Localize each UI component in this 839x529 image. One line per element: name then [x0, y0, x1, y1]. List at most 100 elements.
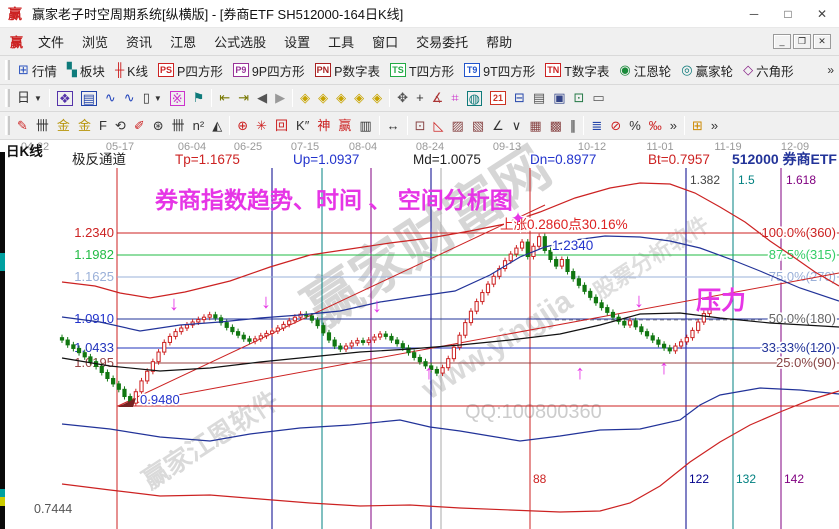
tool-winner-wheel[interactable]: ◎赢家轮 [676, 58, 738, 83]
tool-period-day[interactable]: 日▼ [13, 88, 46, 108]
tool-width-ruler[interactable]: ↔ [383, 116, 404, 136]
tool-t-square[interactable]: TST四方形 [385, 58, 459, 83]
mdi-close-button[interactable]: ✕ [813, 34, 831, 49]
tool-fan-grid[interactable]: ▧ [468, 116, 488, 136]
minimize-button[interactable]: ─ [737, 0, 771, 27]
tool-pattern-map[interactable]: ◍ [463, 88, 486, 109]
tool-t-number-table[interactable]: TNT数字表 [540, 58, 614, 83]
menu-item-help[interactable]: 帮助 [477, 31, 521, 54]
tool-crosshair[interactable]: + [412, 88, 428, 108]
tool-gann-box[interactable]: ⊡ [411, 116, 430, 136]
tool-printer[interactable]: ▭ [588, 88, 608, 108]
tool-t9-square[interactable]: T99T四方形 [459, 58, 540, 83]
tool-p9-square[interactable]: P99P四方形 [228, 58, 310, 83]
tool-page-next[interactable]: ▶ [271, 88, 289, 108]
tool-parallel-lines[interactable]: ∥ [566, 116, 581, 136]
tool-starburst[interactable]: ✳ [252, 116, 271, 136]
tool-hexagon[interactable]: ◇六角形 [738, 58, 799, 83]
tool-p-square[interactable]: PSP四方形 [153, 58, 228, 83]
menu-item-tools[interactable]: 工具 [319, 31, 363, 54]
tool-k-note[interactable]: K″ [292, 116, 313, 136]
tool-angle-tool[interactable]: ∡ [428, 88, 448, 108]
tool-golden-ratio[interactable]: 金 [74, 116, 95, 136]
tool-market-quotes[interactable]: ⊞行情 [13, 58, 62, 83]
tool-gann-wheel[interactable]: ◉江恩轮 [614, 58, 676, 83]
tool-gann-comb[interactable]: 卌 [32, 116, 53, 136]
tool-candle-style[interactable]: ▯▼ [139, 88, 166, 108]
candle-body [662, 344, 665, 348]
kline-chart-canvas[interactable]: 赢家财富网www.yingjia赢家江恩软件股票分析软件QQ:100800360… [0, 140, 839, 529]
tool-overflow-a[interactable]: » [666, 116, 681, 136]
tool-square-spiral[interactable]: 回 [271, 116, 292, 136]
tool-percent-strike[interactable]: ⊘ [606, 116, 625, 136]
mdi-restore-button[interactable]: ❐ [793, 34, 811, 49]
tool-trend-angle[interactable]: ∠ [488, 116, 508, 136]
tool-diamond-expand-v[interactable]: ◈ [350, 88, 368, 108]
close-button[interactable]: ✕ [805, 0, 839, 27]
tool-measure-lines[interactable]: ≣ [587, 116, 606, 136]
tool-p-number-table[interactable]: PNP数字表 [310, 58, 385, 83]
tool-wave-3[interactable]: ∿ [101, 88, 120, 108]
toolbar-navigation: 日▼❖▤∿∿▯▼※⚑⇤⇥◀▶◈◈◈◈◈✥+∡⌗◍21⊟▤▣⊡▭ [0, 85, 839, 112]
tool-gann-web[interactable]: ❖ [53, 88, 77, 109]
tool-grid-window[interactable]: ⊞ [688, 116, 707, 136]
menu-item-settings[interactable]: 设置 [275, 31, 319, 54]
toolbar-separator [379, 116, 380, 135]
tool-percent[interactable]: % [625, 116, 645, 136]
tool-spiral[interactable]: ⟲ [111, 116, 130, 136]
tool-page-prev[interactable]: ◀ [253, 88, 271, 108]
menu-item-window[interactable]: 窗口 [363, 31, 407, 54]
tool-network[interactable]: ⊡ [569, 88, 588, 108]
candle-body [66, 340, 69, 345]
tool-gann-pattern[interactable]: ※ [166, 88, 189, 109]
tool-gann-target[interactable]: ⊕ [233, 116, 252, 136]
tool-pencil[interactable]: ✎ [13, 116, 32, 136]
tool-shen-tool[interactable]: 神 [313, 116, 334, 136]
menu-item-trade-order[interactable]: 交易委托 [407, 31, 477, 54]
tool-wave-9[interactable]: ∿ [120, 88, 139, 108]
tool-n-squared[interactable]: n² [189, 116, 209, 136]
tool-notes-panel[interactable]: ▤ [77, 88, 101, 109]
hand-drag-icon: ✥ [397, 91, 408, 105]
tool-ying-tool[interactable]: 赢 [334, 116, 355, 136]
tool-zigzag[interactable]: ∨ [508, 116, 526, 136]
menu-item-gann[interactable]: 江恩 [161, 31, 205, 54]
tool-diamond-expand-right[interactable]: ◈ [314, 88, 332, 108]
tool-gann-fan[interactable]: ◺ [430, 116, 448, 136]
sectors-label: 板块 [80, 61, 105, 80]
maximize-button[interactable]: □ [771, 0, 805, 27]
tool-gann-grid-tool[interactable]: ⌗ [447, 88, 462, 108]
tool-notepad[interactable]: ▤ [529, 88, 549, 108]
menu-item-file[interactable]: 文件 [29, 31, 73, 54]
tool-fib-f[interactable]: F [95, 116, 111, 136]
candle-body [361, 341, 364, 343]
tool-brush[interactable]: ✐ [130, 116, 149, 136]
tool-mirror-angle[interactable]: ◭ [208, 116, 226, 136]
tool-jump-last[interactable]: ⇥ [234, 88, 253, 108]
menu-item-browse[interactable]: 浏览 [73, 31, 117, 54]
tool-kline[interactable]: ╫K线 [110, 58, 153, 83]
tool-grid-a[interactable]: ▦ [525, 116, 545, 136]
tool-sectors[interactable]: ▚板块 [62, 58, 110, 83]
tool-ruler-125[interactable]: ▥ [355, 116, 375, 136]
menu-item-formula-stock-pick[interactable]: 公式选股 [205, 31, 275, 54]
tool-color-flag[interactable]: ⚑ [189, 88, 209, 108]
tool-calculator[interactable]: ⊟ [510, 88, 529, 108]
tool-hand-drag[interactable]: ✥ [393, 88, 412, 108]
tool-jump-first[interactable]: ⇤ [215, 88, 234, 108]
toolbar-overflow-chevron[interactable]: » [824, 63, 837, 77]
tool-save[interactable]: ▣ [549, 88, 569, 108]
tool-cycle-circle[interactable]: ⊛ [149, 116, 168, 136]
tool-calendar[interactable]: 21 [486, 88, 510, 108]
tool-comb-2[interactable]: 卌 [168, 116, 189, 136]
tool-golden-section[interactable]: 金 [53, 116, 74, 136]
tool-diamond-expand-h[interactable]: ◈ [332, 88, 350, 108]
tool-diamond-expand-left[interactable]: ◈ [296, 88, 314, 108]
tool-grid-b[interactable]: ▩ [546, 116, 566, 136]
tool-fan-box[interactable]: ▨ [448, 116, 468, 136]
menu-item-news[interactable]: 资讯 [117, 31, 161, 54]
tool-permille[interactable]: ‰ [645, 116, 666, 136]
tool-overflow-b[interactable]: » [707, 116, 722, 136]
mdi-minimize-button[interactable]: _ [773, 34, 791, 49]
tool-diamond-expand-all[interactable]: ◈ [368, 88, 386, 108]
